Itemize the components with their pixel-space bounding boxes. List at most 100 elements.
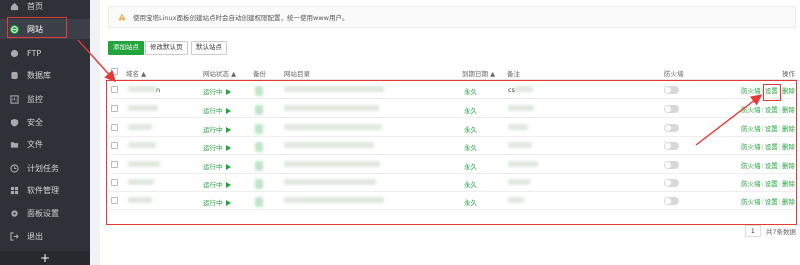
domain-cell[interactable] <box>128 179 154 187</box>
delete-link[interactable]: 删除 <box>782 162 795 170</box>
firewall-link[interactable]: 防火墙 <box>741 162 761 170</box>
root-cell[interactable] <box>284 179 376 187</box>
domain-cell[interactable] <box>128 105 158 113</box>
status-cell[interactable]: 运行中 <box>203 124 231 134</box>
firewall-link[interactable]: 防火墙 <box>741 143 761 151</box>
root-cell[interactable] <box>284 86 384 94</box>
root-cell[interactable] <box>284 124 382 132</box>
expiry-cell[interactable]: 永久 <box>464 179 477 189</box>
settings-link[interactable]: 设置 <box>765 106 778 114</box>
settings-link[interactable]: 设置 <box>765 198 778 206</box>
settings-link[interactable]: 设置 <box>765 143 778 151</box>
status-cell[interactable]: 运行中 <box>203 161 231 171</box>
sidebar-item-files[interactable]: 文件 <box>0 134 90 154</box>
backup-cell[interactable] <box>255 161 263 173</box>
firewall-link[interactable]: 防火墙 <box>741 198 761 206</box>
domain-cell[interactable] <box>128 197 152 205</box>
status-cell[interactable]: 运行中 <box>203 197 231 207</box>
firewall-toggle[interactable] <box>664 179 679 187</box>
status-cell[interactable]: 运行中 <box>203 142 231 152</box>
settings-link[interactable]: 设置 <box>765 180 778 188</box>
status-cell[interactable]: 运行中 <box>203 86 231 96</box>
row-checkbox[interactable] <box>111 142 118 149</box>
expiry-cell[interactable]: 永久 <box>464 105 477 115</box>
header-status[interactable]: 网站状态 ▲ <box>203 68 236 78</box>
firewall-toggle[interactable] <box>664 124 679 132</box>
settings-link[interactable]: 设置 <box>765 87 778 95</box>
sidebar-item-home[interactable]: 首页 <box>0 0 90 16</box>
sidebar-item-cron[interactable]: 计划任务 <box>0 158 90 178</box>
sidebar-item-database[interactable]: 数据库 <box>0 65 90 85</box>
note-cell[interactable] <box>508 197 524 205</box>
expiry-cell[interactable]: 永久 <box>464 161 477 171</box>
sidebar-item-ftp[interactable]: FTP <box>0 43 90 63</box>
delete-link[interactable]: 删除 <box>782 125 795 133</box>
header-expiry[interactable]: 到期日期 ▲ <box>462 68 495 78</box>
backup-cell[interactable] <box>255 179 263 191</box>
settings-link[interactable]: 设置 <box>765 125 778 133</box>
default-site-button[interactable]: 默认站点 <box>191 41 227 55</box>
delete-link[interactable]: 删除 <box>782 106 795 114</box>
row-checkbox[interactable] <box>111 161 118 168</box>
root-cell[interactable] <box>284 161 380 169</box>
note-cell[interactable] <box>508 142 532 150</box>
domain-cell[interactable] <box>128 161 160 169</box>
firewall-toggle[interactable] <box>664 105 679 113</box>
firewall-toggle[interactable] <box>664 197 679 205</box>
header-domain[interactable]: 域名 ▲ <box>126 68 146 78</box>
backup-cell[interactable] <box>255 124 263 136</box>
note-cell[interactable] <box>508 161 538 169</box>
status-cell[interactable]: 运行中 <box>203 105 231 115</box>
status-cell[interactable]: 运行中 <box>203 179 231 189</box>
domain-cell[interactable] <box>128 124 152 132</box>
firewall-link[interactable]: 防火墙 <box>741 180 761 188</box>
sidebar-item-logout[interactable]: 退出 <box>0 226 90 246</box>
modify-default-page-button[interactable]: 修改默认页 <box>145 41 188 55</box>
select-all-checkbox[interactable] <box>111 68 118 75</box>
settings-link[interactable]: 设置 <box>765 162 778 170</box>
note-cell[interactable]: cs <box>508 86 533 94</box>
row-checkbox[interactable] <box>111 179 118 186</box>
root-cell[interactable] <box>284 142 374 150</box>
backup-cell[interactable] <box>255 86 263 98</box>
backup-cell[interactable] <box>255 142 263 154</box>
sidebar-item-software[interactable]: 软件管理 <box>0 180 90 200</box>
expiry-cell[interactable]: 永久 <box>464 86 477 96</box>
firewall-toggle[interactable] <box>664 86 679 94</box>
row-checkbox[interactable] <box>111 105 118 112</box>
firewall-link[interactable]: 防火墙 <box>741 106 761 114</box>
header-note: 备注 <box>507 70 520 78</box>
add-button[interactable]: + <box>0 251 90 265</box>
backup-cell[interactable] <box>255 105 263 117</box>
note-cell[interactable] <box>508 105 534 113</box>
firewall-toggle[interactable] <box>664 142 679 150</box>
delete-link[interactable]: 删除 <box>782 87 795 95</box>
delete-link[interactable]: 删除 <box>782 198 795 206</box>
root-cell[interactable] <box>284 197 384 205</box>
expiry-cell[interactable]: 永久 <box>464 197 477 207</box>
expiry-cell[interactable]: 永久 <box>464 124 477 134</box>
expiry-cell[interactable]: 永久 <box>464 142 477 152</box>
domain-cell[interactable]: n <box>128 86 160 94</box>
firewall-toggle[interactable] <box>664 161 679 169</box>
backup-cell[interactable] <box>255 197 263 209</box>
note-cell[interactable] <box>508 124 528 132</box>
sidebar-item-security[interactable]: 安全 <box>0 112 90 132</box>
sidebar-item-monitor[interactable]: 监控 <box>0 89 90 109</box>
root-cell[interactable] <box>284 105 379 113</box>
row-actions: 防火墙|设置|删除 <box>741 143 795 151</box>
firewall-link[interactable]: 防火墙 <box>741 87 761 95</box>
delete-link[interactable]: 删除 <box>782 143 795 151</box>
row-checkbox[interactable] <box>111 86 118 93</box>
firewall-link[interactable]: 防火墙 <box>741 125 761 133</box>
note-cell[interactable] <box>508 179 530 187</box>
row-checkbox[interactable] <box>111 124 118 131</box>
sidebar-item-panel-settings[interactable]: 面板设置 <box>0 203 90 223</box>
sidebar-item-website[interactable]: 网站 <box>0 19 90 39</box>
row-checkbox[interactable] <box>111 197 118 204</box>
domain-cell[interactable] <box>128 142 156 150</box>
add-site-button[interactable]: 添加站点 <box>108 41 144 55</box>
page-number[interactable]: 1 <box>744 225 761 237</box>
delete-link[interactable]: 删除 <box>782 180 795 188</box>
logout-icon <box>10 231 19 241</box>
